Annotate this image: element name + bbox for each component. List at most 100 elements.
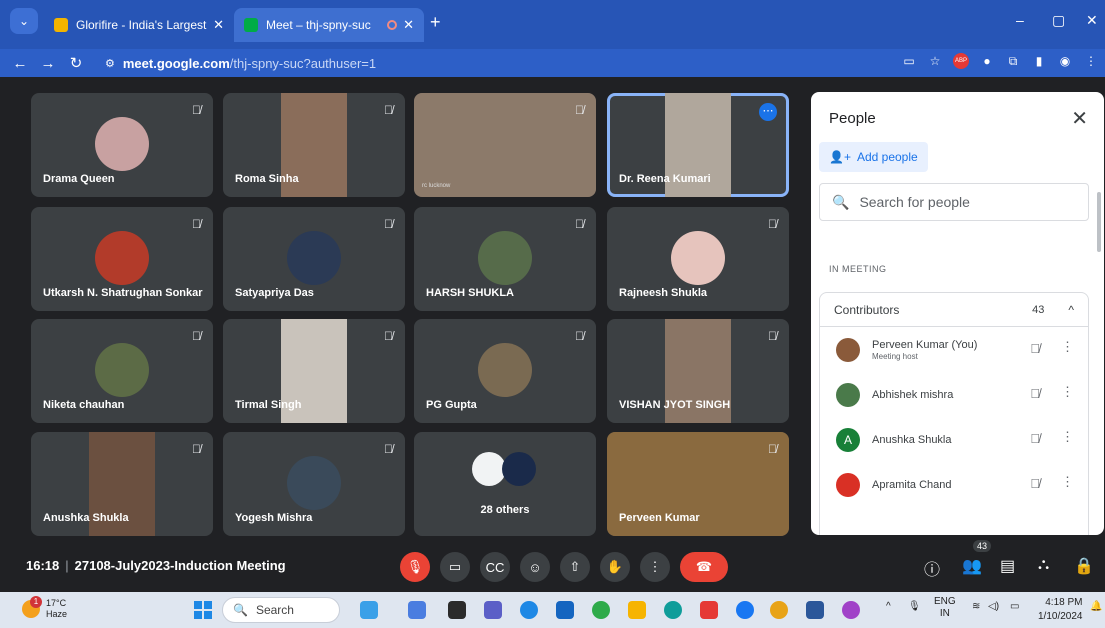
participant-tile[interactable]: Drama Queen 🎙̸: [31, 93, 213, 197]
more-vert-icon[interactable]: ⋮: [1061, 474, 1074, 490]
tab-search-chevron-icon[interactable]: ⌄: [10, 8, 38, 34]
mic-off-button[interactable]: 🎙: [400, 552, 430, 582]
participant-tile[interactable]: VISHAN JYOT SINGH 🎙̸: [607, 319, 789, 423]
taskbar-search[interactable]: 🔍 Search: [222, 597, 340, 623]
chrome-icon[interactable]: [770, 601, 788, 619]
reload-icon[interactable]: ↻: [62, 54, 90, 72]
emoji-button[interactable]: ☺: [520, 552, 550, 582]
weather-widget[interactable]: 1 17°C Haze: [22, 596, 67, 620]
contributors-header[interactable]: Contributors 43 ^: [820, 293, 1088, 327]
forward-icon[interactable]: →: [34, 55, 62, 72]
participant-tile[interactable]: Niketa chauhan 🎙̸: [31, 319, 213, 423]
more-vert-icon[interactable]: ⋮: [1061, 339, 1074, 355]
participant-tile[interactable]: Perveen Kumar 🎙̸: [607, 432, 789, 536]
back-icon[interactable]: ←: [6, 55, 34, 72]
dark-app-icon[interactable]: [448, 601, 466, 619]
mic-off-icon[interactable]: 🎙̸: [1030, 341, 1040, 356]
host-controls-icon[interactable]: 🔒: [1074, 556, 1094, 576]
raise-hand-button[interactable]: ✋: [600, 552, 630, 582]
menu-kebab-icon[interactable]: ⋮: [1083, 53, 1099, 69]
extension-icon[interactable]: ●: [979, 53, 995, 69]
participant-name: VISHAN JYOT SINGH: [619, 399, 731, 411]
chat-icon[interactable]: ▤: [1000, 556, 1015, 576]
activities-icon[interactable]: ⛬: [1038, 556, 1049, 574]
camera-in-use-icon[interactable]: ▭: [901, 53, 917, 69]
participant-tile[interactable]: Yogesh Mishra 🎙̸: [223, 432, 405, 536]
people-search-input[interactable]: [859, 194, 1060, 210]
mic-tray-icon[interactable]: 🎙: [908, 601, 921, 612]
participant-avatar: [95, 117, 149, 171]
youtube-icon[interactable]: [700, 601, 718, 619]
close-window-icon[interactable]: ✕: [1086, 12, 1098, 29]
address-bar[interactable]: ⚙ meet.google.com /thj-spny-suc?authuser…: [105, 52, 895, 74]
participant-tile[interactable]: PG Gupta 🎙̸: [414, 319, 596, 423]
adblock-extension-icon[interactable]: ABP: [953, 53, 969, 69]
mic-off-icon[interactable]: 🎙̸: [1030, 476, 1040, 491]
participant-row[interactable]: Abhishek mishra 🎙̸ ⋮: [820, 372, 1088, 417]
mic-off-icon: 🎙̸: [384, 329, 393, 343]
close-panel-icon[interactable]: ✕: [1071, 106, 1088, 131]
minimize-icon[interactable]: –: [1016, 12, 1024, 28]
side-panel-icon[interactable]: ▮: [1031, 53, 1047, 69]
participant-tile[interactable]: Dr. Reena Kumari ⋯: [607, 93, 789, 197]
volume-icon[interactable]: ◁): [988, 601, 999, 612]
app-icon[interactable]: [842, 601, 860, 619]
site-info-icon[interactable]: ⚙: [105, 57, 115, 70]
widget-app-icon[interactable]: [360, 601, 378, 619]
more-vert-icon[interactable]: ⋮: [1061, 384, 1074, 400]
mail-icon[interactable]: [556, 601, 574, 619]
participant-tile[interactable]: HARSH SHUKLA 🎙̸: [414, 207, 596, 311]
teams-icon[interactable]: [408, 601, 426, 619]
close-tab-icon[interactable]: ✕: [213, 17, 224, 33]
participant-tile[interactable]: Satyapriya Das 🎙̸: [223, 207, 405, 311]
participant-row[interactable]: A Anushka Shukla 🎙̸ ⋮: [820, 417, 1088, 462]
wifi-icon[interactable]: ≋: [972, 601, 980, 612]
participant-tile[interactable]: 28 others: [414, 432, 596, 536]
windows-start-icon[interactable]: [194, 601, 212, 619]
participant-row[interactable]: Apramita Chand 🎙̸ ⋮: [820, 462, 1088, 507]
participant-tile[interactable]: Utkarsh N. Shatrughan Sonkar 🎙̸: [31, 207, 213, 311]
panel-scrollbar[interactable]: [1097, 192, 1101, 252]
captions-button[interactable]: CC: [480, 552, 510, 582]
language-indicator[interactable]: ENG IN: [934, 596, 956, 620]
close-tab-icon[interactable]: ✕: [403, 17, 414, 33]
mic-off-icon[interactable]: 🎙̸: [1030, 386, 1040, 401]
participant-tile[interactable]: Tirmal Singh 🎙̸: [223, 319, 405, 423]
tray-chevron-icon[interactable]: ^: [886, 601, 891, 612]
more-options-icon[interactable]: ⋯: [759, 103, 777, 121]
tab-glorifire[interactable]: Glorifire - India's Largest Online ✕: [44, 8, 234, 42]
new-tab-button[interactable]: +: [430, 12, 441, 33]
extensions-puzzle-icon[interactable]: ⧉: [1005, 53, 1021, 69]
tab-meet[interactable]: Meet – thj-spny-suc ✕: [234, 8, 424, 42]
participant-row[interactable]: Perveen Kumar (You) Meeting host 🎙̸ ⋮: [820, 327, 1088, 372]
leave-call-button[interactable]: ☎: [680, 552, 728, 582]
mic-off-icon[interactable]: 🎙̸: [1030, 431, 1040, 446]
participant-tile[interactable]: Anushka Shukla 🎙̸: [31, 432, 213, 536]
chevron-up-icon[interactable]: ^: [1068, 303, 1074, 317]
taskbar-clock[interactable]: 4:18 PM 1/10/2024: [1038, 596, 1083, 624]
notification-bell-icon[interactable]: 🔔: [1090, 601, 1102, 612]
meeting-info-icon[interactable]: ⓘ: [924, 556, 940, 580]
battery-icon[interactable]: ▭: [1010, 601, 1019, 612]
people-search[interactable]: 🔍: [819, 183, 1089, 221]
participant-tile[interactable]: rc lucknow 🎙̸: [414, 93, 596, 197]
more-vert-icon[interactable]: ⋮: [1061, 429, 1074, 445]
people-icon[interactable]: 👥: [962, 556, 982, 576]
meet-app-icon[interactable]: [484, 601, 502, 619]
camera-button[interactable]: ▭: [440, 552, 470, 582]
participant-tile[interactable]: Roma Sinha 🎙̸: [223, 93, 405, 197]
zoom-icon[interactable]: [520, 601, 538, 619]
edge-icon[interactable]: [664, 601, 682, 619]
more-options-button[interactable]: ⋮: [640, 552, 670, 582]
add-people-button[interactable]: 👤+ Add people: [819, 142, 928, 172]
whatsapp-icon[interactable]: [592, 601, 610, 619]
participant-name: 28 others: [480, 504, 530, 516]
restore-icon[interactable]: ▢: [1052, 12, 1065, 29]
word-icon[interactable]: [806, 601, 824, 619]
profile-icon[interactable]: ◉: [1057, 53, 1073, 69]
facebook-icon[interactable]: [736, 601, 754, 619]
bookmark-star-icon[interactable]: ☆: [927, 53, 943, 69]
participant-tile[interactable]: Rajneesh Shukla 🎙̸: [607, 207, 789, 311]
present-button[interactable]: ⇧: [560, 552, 590, 582]
file-explorer-icon[interactable]: [628, 601, 646, 619]
